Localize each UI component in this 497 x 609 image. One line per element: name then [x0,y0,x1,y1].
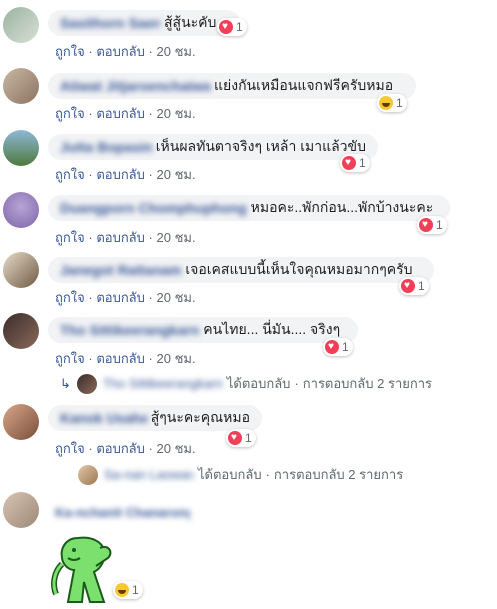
avatar[interactable] [3,130,39,166]
reply-count[interactable]: การตอบกลับ 2 รายการ [274,464,403,485]
like-link[interactable]: ถูกใจ [55,230,85,245]
love-reaction-icon [342,156,356,170]
avatar[interactable] [3,68,39,104]
comment-bubble: Duangporn Chomphuphong หมอคะ..พักก่อน...… [48,195,450,221]
comment-bubble: Tho Sittikeerangkarn คนไทย... นี่มัน....… [48,317,358,343]
avatar[interactable] [3,192,39,228]
love-reaction-icon [401,279,415,293]
comment-actions: ถูกใจ · ตอบกลับ · 20 ชม. [55,351,196,366]
commenter-name[interactable]: Jutta Bopasin [60,139,152,155]
avatar[interactable] [3,492,39,528]
like-link[interactable]: ถูกใจ [55,290,85,305]
comment-text: สู้ๆนะคะคุณหมอ [150,409,250,425]
comment-actions: ถูกใจ · ตอบกลับ · 20 ชม. [55,44,196,59]
comment-bubble: Jutta Bopasin เห็นผลทันตาจริงๆ เหล้า เมา… [48,134,378,160]
commenter-name[interactable]: Kanok Usaha [60,410,147,426]
view-replies[interactable]: Sa-nan Laowarat ได้ตอบกลับ · การตอบกลับ … [78,464,403,485]
comment-text: คนไทย... นี่มัน.... จริงๆ [203,321,341,337]
sad-reaction-icon [115,583,129,597]
like-link[interactable]: ถูกใจ [55,106,85,121]
reply-link[interactable]: ตอบกลับ [96,106,145,121]
reply-link[interactable]: ตอบกลับ [96,44,145,59]
comment-text: หมอคะ..พักก่อน...พักบ้างนะคะ [250,199,434,215]
avatar[interactable] [3,7,39,43]
replier-name[interactable]: Sa-nan Laowarat [104,467,194,482]
like-link[interactable]: ถูกใจ [55,44,85,59]
commenter-name[interactable]: Tho Sittikeerangkarn [60,322,199,338]
reply-link[interactable]: ตอบกลับ [96,167,145,182]
comment-actions: ถูกใจ · ตอบกลับ · 20 ชม. [55,167,196,182]
reply-count[interactable]: การตอบกลับ 2 รายการ [303,373,432,394]
reaction-count[interactable]: 1 [113,581,143,599]
reply-link[interactable]: ตอบกลับ [96,230,145,245]
commenter-name[interactable]: Duangporn Chomphuphong [60,200,247,216]
commenter-name[interactable]: Janegot Rattanam [60,262,181,278]
comment-text: สู้สู้นะคับ [164,14,217,30]
view-replies[interactable]: ↳ Tho Sittikeerangkarn ได้ตอบกลับ · การต… [60,373,432,394]
reaction-count[interactable]: 1 [226,429,256,447]
like-link[interactable]: ถูกใจ [55,441,85,456]
avatar[interactable] [3,313,39,349]
reply-arrow-icon: ↳ [60,375,71,391]
comment-text: เจอเคสแบบนี้เห็นใจคุณหมอมากๆครับ [185,261,413,277]
comment-bubble: Sasithorn Saengjai สู้สู้นะคับ [48,10,240,36]
replier-name[interactable]: Tho Sittikeerangkarn [103,376,223,391]
comment-bubble: Kanok Usaha สู้ๆนะคะคุณหมอ [48,405,262,431]
timestamp[interactable]: 20 ชม. [157,44,196,59]
timestamp[interactable]: 20 ชม. [157,290,196,305]
love-reaction-icon [419,218,433,232]
commenter-name[interactable]: Ka-nchanit Chanarong [55,505,190,520]
timestamp[interactable]: 20 ชม. [157,106,196,121]
green-character-sticker[interactable] [48,524,120,604]
avatar [78,464,98,485]
timestamp[interactable]: 20 ชม. [157,167,196,182]
timestamp[interactable]: 20 ชม. [157,441,196,456]
reaction-count[interactable]: 1 [399,277,429,295]
reply-link[interactable]: ตอบกลับ [96,441,145,456]
comment-actions: ถูกใจ · ตอบกลับ · 20 ชม. [55,290,196,305]
like-link[interactable]: ถูกใจ [55,167,85,182]
avatar [76,373,97,394]
love-reaction-icon [219,20,233,34]
love-reaction-icon [325,340,339,354]
comment-bubble: Atiwat Jitjaroenchaiwan แย่งกันเหมือนแจก… [48,73,416,99]
reply-link[interactable]: ตอบกลับ [96,290,145,305]
timestamp[interactable]: 20 ชม. [157,230,196,245]
avatar[interactable] [3,252,39,288]
reaction-count[interactable]: 1 [217,18,247,36]
love-reaction-icon [228,431,242,445]
like-link[interactable]: ถูกใจ [55,351,85,366]
commenter-name[interactable]: Sasithorn Saengjai [60,15,160,31]
comment-bubble: Janegot Rattanam เจอเคสแบบนี้เห็นใจคุณหม… [48,257,434,283]
comment-actions: ถูกใจ · ตอบกลับ · 20 ชม. [55,106,196,121]
timestamp[interactable]: 20 ชม. [157,351,196,366]
comment-actions: ถูกใจ · ตอบกลับ · 20 ชม. [55,230,196,245]
reaction-count[interactable]: 1 [340,154,370,172]
commenter-name[interactable]: Atiwat Jitjaroenchaiwan [60,78,210,94]
reaction-count[interactable]: 1 [323,338,353,356]
comment-text: เห็นผลทันตาจริงๆ เหล้า เมาแล้วขับ [155,138,366,154]
reply-link[interactable]: ตอบกลับ [96,351,145,366]
comment-text: แย่งกันเหมือนแจกฟรีครับหมอ [214,77,394,93]
commenter-name-row: Ka-nchanit Chanarong [55,505,194,523]
avatar[interactable] [3,404,39,440]
reaction-count[interactable]: 1 [417,216,447,234]
reaction-count[interactable]: 1 [377,94,407,112]
comment-actions: ถูกใจ · ตอบกลับ · 20 ชม. [55,441,196,456]
sticker-graphic [51,536,112,603]
haha-reaction-icon [379,96,393,110]
